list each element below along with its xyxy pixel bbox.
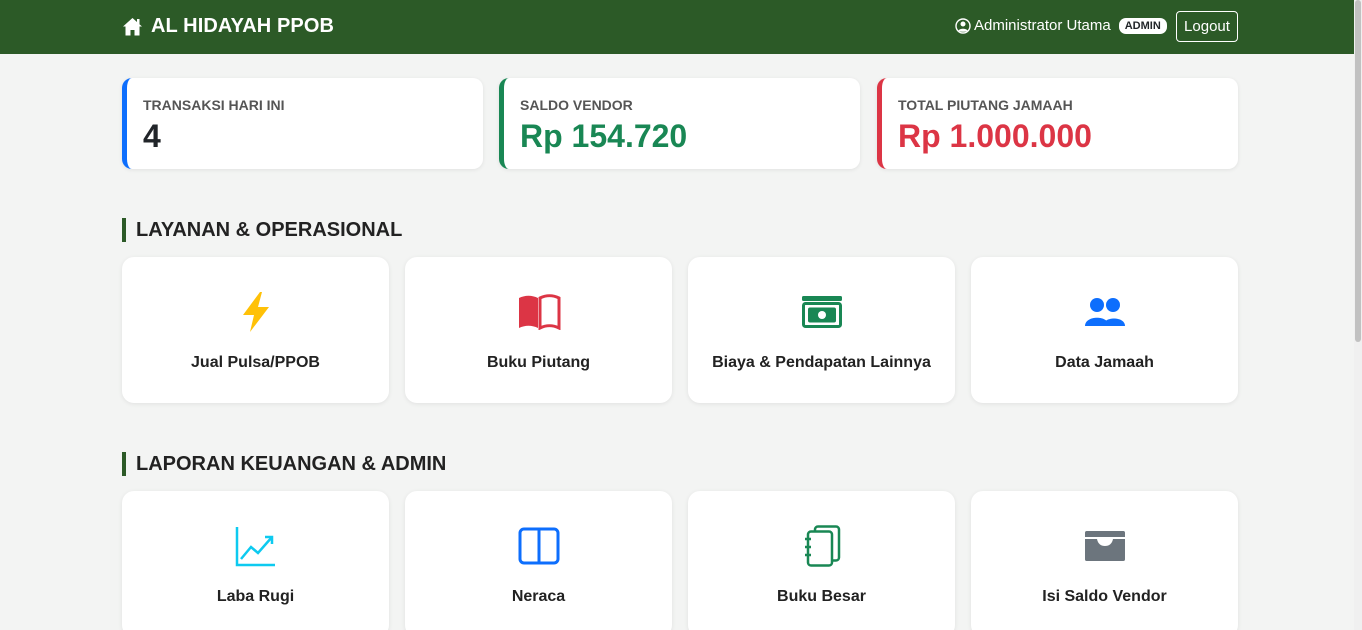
menu-label: Laba Rugi: [216, 588, 295, 605]
stat-card-transaksi: TRANSAKSI HARI INI 4: [122, 78, 483, 169]
people-icon: [1084, 298, 1125, 326]
journals-icon: [804, 525, 840, 567]
user-name: Administrator Utama: [974, 17, 1111, 34]
graph-up-icon: [235, 527, 275, 567]
menu-biaya-pendapatan[interactable]: Biaya & Pendapatan Lainnya: [688, 257, 955, 403]
cash-icon: [801, 296, 842, 328]
brand-title: AL HIDAYAH PPOB: [151, 15, 335, 37]
stat-value: Rp 154.720: [520, 118, 688, 154]
stat-label: SALDO VENDOR: [520, 97, 633, 113]
stat-card-saldo-vendor: SALDO VENDOR Rp 154.720: [499, 78, 860, 169]
scrollbar-thumb[interactable]: [1355, 0, 1361, 342]
page-scrollbar[interactable]: [1354, 0, 1362, 630]
stat-card-total-piutang: TOTAL PIUTANG JAMAAH Rp 1.000.000: [877, 78, 1238, 169]
menu-laba-rugi[interactable]: Laba Rugi: [122, 491, 389, 630]
lightning-icon: [242, 292, 269, 332]
layout-split-icon: [518, 527, 559, 565]
book-icon: [518, 294, 560, 330]
menu-label: Buku Besar: [777, 588, 866, 605]
stat-label: TRANSAKSI HARI INI: [143, 97, 285, 113]
stat-label: TOTAL PIUTANG JAMAAH: [898, 97, 1073, 113]
menu-label: Buku Piutang: [486, 354, 591, 371]
menu-label: Biaya & Pendapatan Lainnya: [712, 354, 931, 371]
logout-button[interactable]: Logout: [1176, 11, 1238, 42]
section-title-laporan: LAPORAN KEUANGAN & ADMIN: [122, 452, 446, 476]
stat-value: Rp 1.000.000: [898, 118, 1092, 154]
wallet-icon: [1084, 531, 1125, 561]
stat-value: 4: [143, 118, 161, 154]
menu-label: Neraca: [511, 588, 566, 605]
menu-neraca[interactable]: Neraca: [405, 491, 672, 630]
menu-data-jamaah[interactable]: Data Jamaah: [971, 257, 1238, 403]
menu-jual-pulsa[interactable]: Jual Pulsa/PPOB: [122, 257, 389, 403]
top-navbar: AL HIDAYAH PPOB Administrator Utama ADMI…: [0, 0, 1354, 54]
brand[interactable]: AL HIDAYAH PPOB: [122, 15, 334, 38]
menu-buku-piutang[interactable]: Buku Piutang: [405, 257, 672, 403]
role-badge: ADMIN: [1118, 17, 1167, 34]
house-icon: [123, 17, 142, 35]
menu-label: Jual Pulsa/PPOB: [191, 354, 320, 371]
menu-isi-saldo-vendor[interactable]: Isi Saldo Vendor: [971, 491, 1238, 630]
person-circle-icon: [955, 17, 971, 34]
user-info: Administrator Utama ADMIN: [955, 17, 1167, 34]
menu-buku-besar[interactable]: Buku Besar: [688, 491, 955, 630]
section-title-layanan: LAYANAN & OPERASIONAL: [122, 218, 402, 242]
menu-label: Isi Saldo Vendor: [1042, 588, 1167, 605]
menu-label: Data Jamaah: [1055, 354, 1154, 371]
